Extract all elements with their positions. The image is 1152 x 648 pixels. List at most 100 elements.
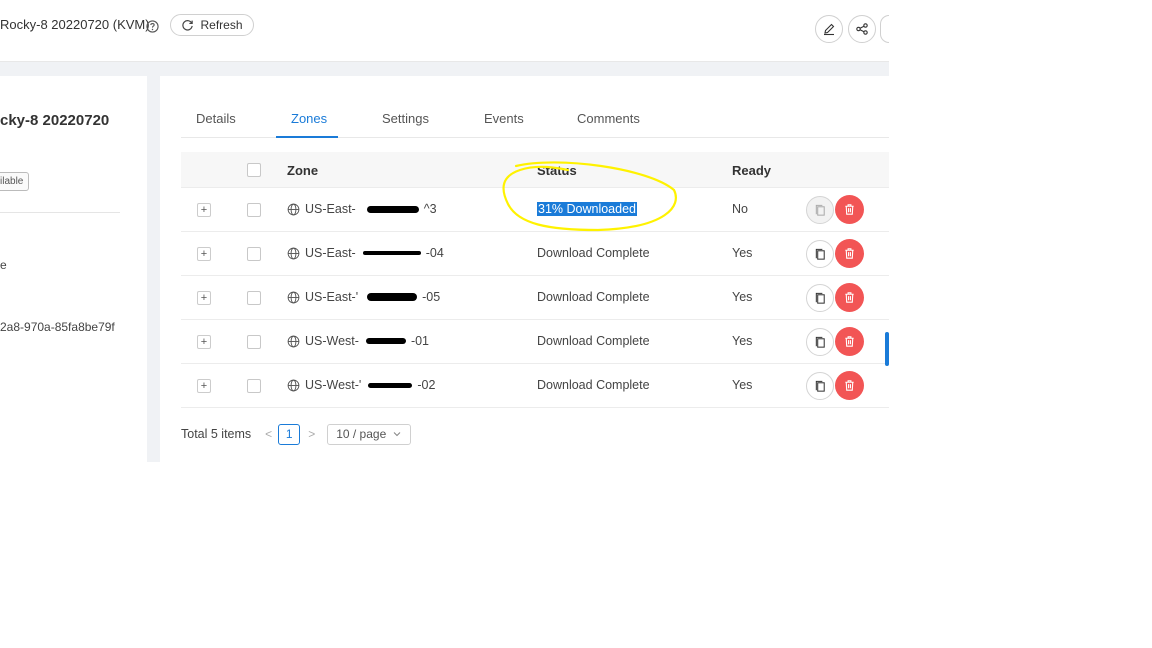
pagination: Total 5 items < 1 > 10 / page	[181, 423, 412, 445]
refresh-label: Refresh	[200, 18, 243, 32]
share-icon	[856, 23, 868, 35]
copy-button[interactable]	[806, 284, 834, 312]
expand-row-button[interactable]: +	[197, 291, 211, 305]
table-row: + US-West- -01 Download Complete Yes	[181, 320, 889, 364]
expand-row-button[interactable]: +	[197, 335, 211, 349]
table-row: + US-West-' -02 Download Complete Yes	[181, 364, 889, 408]
expand-row-button[interactable]: +	[197, 379, 211, 393]
active-tab-indicator	[276, 136, 338, 138]
row-checkbox[interactable]	[247, 379, 261, 393]
trash-icon	[845, 380, 854, 391]
delete-button[interactable]	[835, 195, 864, 224]
tab-events[interactable]: Events	[484, 111, 524, 126]
copy-icon	[815, 292, 825, 304]
delete-button[interactable]	[835, 327, 864, 356]
globe-icon	[287, 335, 300, 347]
redaction-mark	[366, 205, 419, 213]
ready-text: Yes	[732, 290, 753, 304]
page-size-value: 10 / page	[336, 427, 387, 441]
ready-text: Yes	[732, 334, 753, 348]
more-button[interactable]	[880, 15, 889, 43]
edit-icon	[824, 23, 835, 36]
page-1-button[interactable]: 1	[278, 423, 301, 445]
zone-name: US-East- ^3	[287, 202, 437, 216]
copy-button[interactable]	[806, 196, 834, 224]
tab-details[interactable]: Details	[196, 111, 236, 126]
refresh-icon	[182, 19, 194, 31]
copy-button[interactable]	[806, 240, 834, 268]
page-size-select[interactable]: 10 / page	[327, 423, 412, 445]
divider	[0, 212, 120, 213]
scroll-indicator	[885, 332, 889, 366]
zone-name: US-West- -01	[287, 334, 429, 348]
page-title: Rocky-8 20220720 (KVM)	[0, 17, 150, 32]
globe-icon	[287, 291, 300, 303]
redaction-mark	[367, 293, 418, 301]
copy-icon	[815, 204, 825, 216]
copy-button[interactable]	[806, 328, 834, 356]
template-id: 2a8-970a-85fa8be79f	[0, 320, 115, 334]
main-panel: Details Zones Settings Events Comments Z…	[160, 76, 889, 462]
trash-icon	[845, 248, 854, 259]
ready-text: No	[732, 202, 748, 216]
row-checkbox[interactable]	[247, 291, 261, 305]
status-text: Download Complete	[537, 246, 650, 260]
help-icon[interactable]	[146, 20, 159, 33]
table-row: + US-East- -04 Download Complete Yes	[181, 232, 889, 276]
redaction-mark	[362, 251, 421, 255]
expand-row-button[interactable]: +	[197, 247, 211, 261]
copy-icon	[815, 380, 825, 392]
tab-settings[interactable]: Settings	[382, 111, 429, 126]
redaction-mark	[365, 338, 406, 344]
prev-page-icon[interactable]: <	[265, 427, 272, 441]
trash-icon	[845, 204, 854, 215]
table-row: + US-East-' -05 Download Complete Yes	[181, 276, 889, 320]
tab-bar: Details Zones Settings Events Comments	[181, 102, 889, 138]
zone-prefix: US-East-	[305, 202, 356, 216]
zone-suffix: -05	[422, 290, 441, 304]
refresh-button[interactable]: Refresh	[170, 14, 254, 36]
trash-icon	[845, 336, 854, 347]
status-text: Download Complete	[537, 334, 650, 348]
globe-icon	[287, 379, 300, 391]
delete-button[interactable]	[835, 371, 864, 400]
edit-button[interactable]	[815, 15, 843, 43]
status-text: Download Complete	[537, 378, 650, 392]
row-checkbox[interactable]	[247, 335, 261, 349]
tab-comments[interactable]: Comments	[577, 111, 640, 126]
delete-button[interactable]	[835, 283, 864, 312]
zone-name: US-East-' -05	[287, 290, 440, 304]
zone-suffix: -02	[417, 378, 436, 392]
expand-row-button[interactable]: +	[197, 203, 211, 217]
copy-button[interactable]	[806, 372, 834, 400]
summary-value: e	[0, 258, 7, 272]
template-name: cky-8 20220720	[0, 112, 110, 129]
ready-text: Yes	[732, 378, 753, 392]
share-button[interactable]	[848, 15, 876, 43]
zone-prefix: US-West-'	[305, 378, 362, 392]
ready-text: Yes	[732, 246, 753, 260]
zone-prefix: US-West-	[305, 334, 359, 348]
copy-icon	[815, 248, 825, 260]
tab-zones[interactable]: Zones	[291, 111, 327, 126]
trash-icon	[845, 292, 854, 303]
column-header-zone: Zone	[287, 163, 319, 178]
zone-suffix: -01	[410, 334, 430, 348]
status-badge: ilable	[0, 172, 30, 191]
zone-prefix: US-East-'	[305, 290, 359, 304]
row-checkbox[interactable]	[247, 247, 261, 261]
delete-button[interactable]	[835, 239, 864, 268]
total-items: Total 5 items	[181, 427, 252, 441]
next-page-icon[interactable]: >	[308, 427, 315, 441]
select-all-checkbox[interactable]	[247, 163, 261, 177]
row-checkbox[interactable]	[247, 203, 261, 217]
zone-name: US-East- -04	[287, 246, 444, 260]
column-header-ready: Ready	[732, 163, 772, 178]
globe-icon	[287, 247, 300, 259]
template-summary-panel: cky-8 20220720 ilable e 2a8-970a-85fa8be…	[0, 76, 147, 462]
copy-icon	[815, 336, 825, 348]
zone-name: US-West-' -02	[287, 378, 435, 392]
chevron-down-icon	[393, 432, 401, 437]
zone-suffix: ^3	[423, 202, 437, 216]
redaction-mark	[368, 382, 413, 388]
